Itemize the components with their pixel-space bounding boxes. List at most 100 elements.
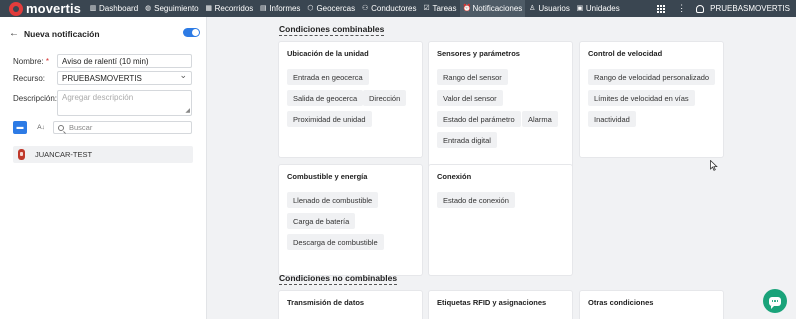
logo[interactable]: movertis: [0, 1, 86, 16]
nav-item-unidades[interactable]: ▣ Unidades: [573, 0, 623, 17]
panel-title: Nueva notificación: [24, 28, 100, 39]
chip-llenado-combustible[interactable]: Llenado de combustible: [287, 192, 379, 208]
chip-rango-sensor[interactable]: Rango del sensor: [437, 69, 508, 85]
descripcion-placeholder: Agregar descripción: [62, 93, 134, 102]
nav-item-usuarios[interactable]: ♙ Usuarios: [525, 0, 573, 17]
chip-limites-velocidad[interactable]: Límites de velocidad en vías: [588, 90, 695, 106]
card-title: Transmisión de datos: [287, 298, 365, 307]
non-combinable-section-title: Condiciones no combinables: [279, 273, 398, 285]
account-icon[interactable]: [696, 4, 705, 13]
nav-item-label: Conductores: [371, 4, 417, 13]
card-title: Combustible y energía: [287, 172, 368, 181]
chip-estado-parametro[interactable]: Estado del parámetro: [437, 111, 521, 127]
nav-item-label: Notificaciones: [472, 4, 523, 13]
nav-item-label: Seguimiento: [154, 4, 199, 13]
chip-entrada-geocerca[interactable]: Entrada en geocerca: [287, 69, 369, 85]
nav-item-tareas[interactable]: ☑ Tareas: [419, 0, 459, 17]
nav-item-conductores[interactable]: ⚇ Conductores: [358, 0, 419, 17]
checklist-icon: ☑: [423, 4, 430, 12]
search-placeholder: Buscar: [69, 123, 93, 132]
card-otras: Otras condiciones: [580, 291, 723, 319]
chip-carga-bateria[interactable]: Carga de batería: [287, 213, 356, 229]
nombre-input[interactable]: Aviso de ralentí (10 min): [57, 54, 192, 68]
nav-item-label: Tareas: [432, 4, 457, 13]
chip-inactividad[interactable]: Inactividad: [588, 111, 636, 127]
enabled-toggle[interactable]: [183, 28, 200, 37]
search-icon: [58, 124, 64, 131]
recurso-label: Recurso:: [13, 74, 46, 83]
unit-name: JUANCAR-TEST: [35, 150, 93, 159]
card-combustible: Combustible y energía Llenado de combust…: [279, 165, 422, 275]
chip-direccion[interactable]: Dirección: [363, 90, 407, 106]
bus-icon: ▬: [16, 124, 24, 131]
card-ubicacion: Ubicación de la unidad Entrada en geocer…: [279, 42, 422, 157]
nav-item-label: Dashboard: [99, 4, 139, 13]
nav-item-label: Geocercas: [316, 4, 356, 13]
bar-chart-icon: ▥: [89, 4, 97, 12]
chip-alarma[interactable]: Alarma: [522, 111, 558, 127]
chip-rango-velocidad[interactable]: Rango de velocidad personalizado: [588, 69, 716, 85]
document-icon: ▤: [260, 4, 267, 12]
chip-entrada-digital[interactable]: Entrada digital: [437, 132, 497, 148]
recurso-select-value: PRUEBASMOVERTIS: [62, 74, 142, 83]
top-right-tools: ⋮ PRUEBASMOVERTIS: [657, 0, 796, 17]
nav-item-notificaciones[interactable]: ⏰ Notificaciones: [459, 0, 526, 17]
card-conexion: Conexión Estado de conexión: [429, 165, 572, 275]
nav-item-seguimiento[interactable]: ◍ Seguimiento: [141, 0, 201, 17]
back-arrow-icon[interactable]: ←: [9, 28, 19, 39]
nav-item-label: Unidades: [585, 4, 620, 13]
search-box[interactable]: Buscar: [53, 121, 192, 134]
card-sensores: Sensores y parámetros Rango del sensor V…: [429, 42, 572, 173]
alarm-clock-icon: ⏰: [462, 4, 472, 12]
vehicle-filter-button[interactable]: ▬: [13, 121, 27, 134]
main-nav: ▥ Dashboard ◍ Seguimiento ▦ Recorridos ▤ Inf…: [86, 0, 623, 17]
card-rfid: Etiquetas RFID y asignaciones: [429, 291, 572, 319]
resize-handle-icon[interactable]: ◢: [185, 107, 190, 114]
card-velocidad: Control de velocidad Rango de velocidad …: [580, 42, 723, 157]
card-transmision: Transmisión de datos: [279, 291, 422, 319]
account-name[interactable]: PRUEBASMOVERTIS: [710, 4, 790, 13]
recurso-select[interactable]: PRUEBASMOVERTIS: [57, 70, 192, 85]
chat-support-button[interactable]: [763, 289, 787, 313]
chip-descarga-combustible[interactable]: Descarga de combustible: [287, 234, 384, 250]
mouse-cursor-icon: [710, 160, 718, 171]
route-icon: ▦: [205, 4, 212, 12]
sort-alpha-button[interactable]: A↓: [34, 121, 48, 134]
required-mark: *: [45, 57, 50, 66]
combinable-section-title: Condiciones combinables: [279, 24, 385, 36]
chip-valor-sensor[interactable]: Valor del sensor: [437, 90, 503, 106]
nav-item-recorridos[interactable]: ▦ Recorridos: [202, 0, 257, 17]
chip-proximidad-unidad[interactable]: Proximidad de unidad: [287, 111, 372, 127]
fire-extinguisher-icon: [18, 149, 25, 160]
descripcion-label: Descripción:: [13, 94, 58, 103]
chip-salida-geocerca[interactable]: Salida de geocerca: [287, 90, 364, 106]
nav-item-informes[interactable]: ▤ Informes: [256, 0, 303, 17]
logo-mark-icon: [9, 1, 23, 16]
chat-bubble-icon: [769, 296, 781, 309]
globe-icon: ◍: [145, 4, 152, 12]
user-icon: ♙: [529, 4, 536, 12]
driver-icon: ⚇: [361, 4, 369, 12]
nav-item-dashboard[interactable]: ▥ Dashboard: [86, 0, 141, 17]
card-title: Ubicación de la unidad: [287, 49, 369, 58]
card-title: Sensores y parámetros: [437, 49, 520, 58]
logo-text: movertis: [26, 1, 81, 16]
nav-item-label: Usuarios: [538, 4, 570, 13]
geofence-icon: ⬡: [307, 4, 314, 12]
top-nav-bar: movertis ▥ Dashboard ◍ Seguimiento ▦ Recorr…: [0, 0, 796, 17]
card-title: Conexión: [437, 172, 472, 181]
notification-form-panel: ← Nueva notificación Nombre: * Aviso de …: [0, 17, 207, 319]
nav-item-label: Recorridos: [214, 4, 254, 13]
card-title: Etiquetas RFID y asignaciones: [437, 298, 547, 307]
more-vertical-icon[interactable]: ⋮: [677, 3, 686, 14]
chip-estado-conexion[interactable]: Estado de conexión: [437, 192, 515, 208]
nav-item-label: Informes: [269, 4, 301, 13]
apps-grid-icon[interactable]: [657, 4, 666, 13]
descripcion-textarea[interactable]: Agregar descripción ◢: [57, 90, 192, 116]
card-title: Control de velocidad: [588, 49, 663, 58]
panel-header: ← Nueva notificación: [9, 28, 100, 39]
card-title: Otras condiciones: [588, 298, 654, 307]
unit-list-item[interactable]: JUANCAR-TEST: [13, 146, 193, 163]
nav-item-geocercas[interactable]: ⬡ Geocercas: [303, 0, 358, 17]
nombre-label: Nombre: *: [13, 57, 49, 66]
